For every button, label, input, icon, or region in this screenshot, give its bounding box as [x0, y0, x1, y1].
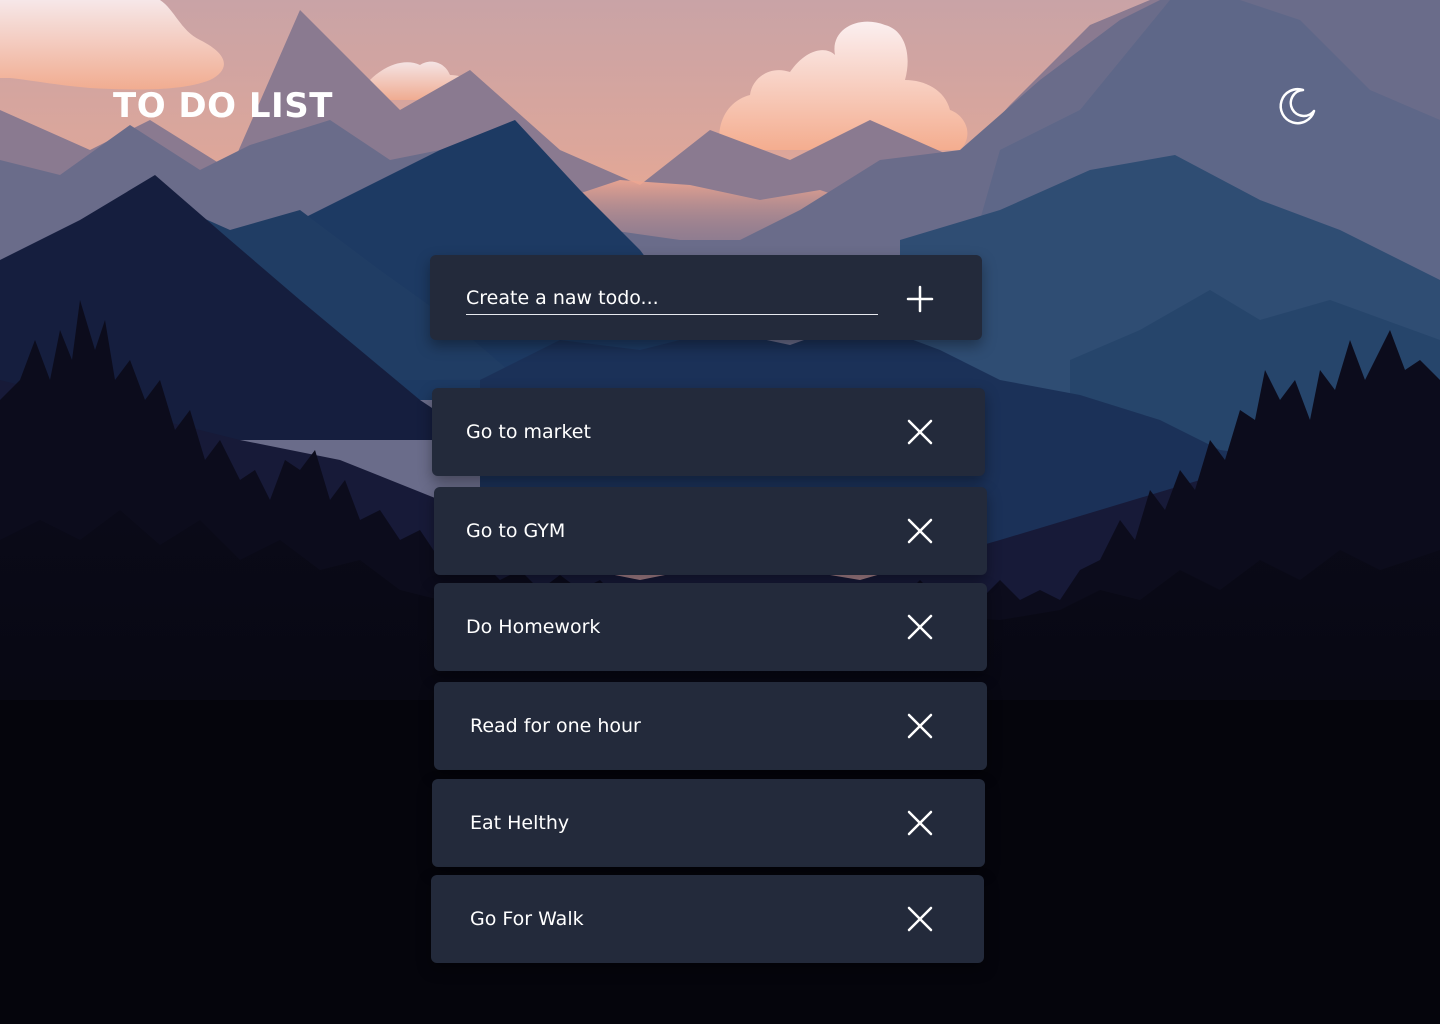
moon-icon: [1279, 87, 1316, 125]
todo-label: Read for one hour: [470, 715, 641, 737]
app-title: TO DO LIST: [113, 86, 333, 126]
todo-item[interactable]: Eat Helthy: [432, 779, 985, 867]
close-icon: [907, 810, 933, 836]
todo-item[interactable]: Go For Walk: [431, 875, 984, 963]
delete-todo-button[interactable]: [900, 899, 940, 939]
add-todo-button[interactable]: [900, 279, 940, 319]
delete-todo-button[interactable]: [900, 803, 940, 843]
todo-label: Go For Walk: [470, 908, 584, 930]
delete-todo-button[interactable]: [900, 706, 940, 746]
theme-toggle-button[interactable]: [1274, 82, 1322, 130]
app-screen: TO DO LIST Go to market Go to GYM: [0, 0, 1440, 1024]
delete-todo-button[interactable]: [900, 607, 940, 647]
new-todo-input[interactable]: [466, 285, 878, 315]
close-icon: [907, 614, 933, 640]
todo-item[interactable]: Do Homework: [434, 583, 987, 671]
new-todo-card: [430, 255, 982, 340]
todo-label: Go to GYM: [466, 520, 566, 542]
plus-icon: [906, 285, 934, 313]
close-icon: [907, 419, 933, 445]
todo-item[interactable]: Go to GYM: [434, 487, 987, 575]
close-icon: [907, 713, 933, 739]
close-icon: [907, 518, 933, 544]
delete-todo-button[interactable]: [900, 511, 940, 551]
delete-todo-button[interactable]: [900, 412, 940, 452]
todo-label: Do Homework: [466, 616, 601, 638]
todo-item[interactable]: Go to market: [432, 388, 985, 476]
todo-label: Eat Helthy: [470, 812, 570, 834]
todo-item[interactable]: Read for one hour: [434, 682, 987, 770]
close-icon: [907, 906, 933, 932]
todo-label: Go to market: [466, 421, 591, 443]
